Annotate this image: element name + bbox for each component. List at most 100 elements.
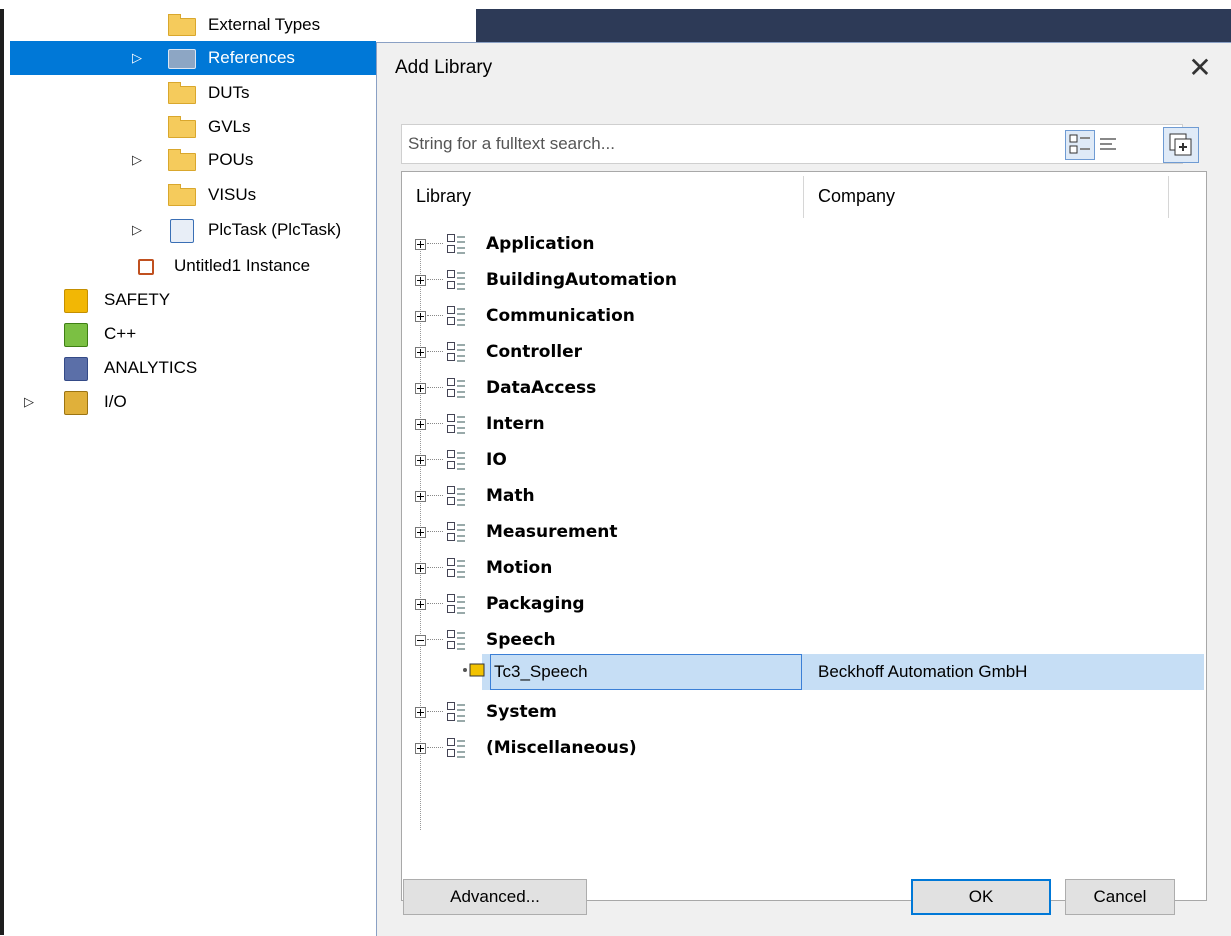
library-group-icon	[445, 521, 469, 543]
expand-arrow-icon[interactable]: ▷	[132, 213, 142, 247]
library-category-row[interactable]: Controller	[402, 334, 1206, 370]
library-item-tc3-speech[interactable]: Tc3_Speech	[490, 654, 802, 690]
library-category-label: Intern	[486, 414, 545, 434]
expand-icon[interactable]	[415, 455, 426, 466]
tree-item-references[interactable]: ▷ References	[10, 41, 376, 75]
library-category-row[interactable]: Packaging	[402, 586, 1206, 622]
library-group-icon	[445, 305, 469, 327]
tree-item-plctask[interactable]: ▷ PlcTask (PlcTask)	[10, 213, 376, 247]
tree-connector	[427, 459, 443, 460]
list-view-button[interactable]	[1095, 130, 1125, 160]
references-icon	[168, 49, 196, 69]
tree-item-label: External Types	[208, 15, 321, 34]
tree-item-label: References	[208, 48, 295, 67]
library-category-row[interactable]: Communication	[402, 298, 1206, 334]
expand-icon[interactable]	[415, 347, 426, 358]
tree-item-io[interactable]: ▷ I/O	[10, 385, 376, 419]
library-category-label: Packaging	[486, 594, 585, 614]
tree-item-external-types[interactable]: External Types	[10, 8, 376, 42]
tree-connector	[427, 711, 443, 712]
folder-icon	[168, 184, 196, 206]
tree-item-visus[interactable]: VISUs	[10, 178, 376, 212]
library-category-row[interactable]: System	[402, 694, 1206, 730]
library-category-row[interactable]: Math	[402, 478, 1206, 514]
tree-item-label: PlcTask (PlcTask)	[208, 220, 342, 239]
cpp-icon	[64, 323, 88, 347]
tree-connector	[427, 567, 443, 568]
ok-button[interactable]: OK	[911, 879, 1051, 915]
library-category-row[interactable]: BuildingAutomation	[402, 262, 1206, 298]
library-group-icon	[445, 593, 469, 615]
collapse-icon[interactable]	[415, 635, 426, 646]
library-item-icon	[460, 660, 486, 684]
advanced-button[interactable]: Advanced...	[403, 879, 587, 915]
tree-connector	[427, 747, 443, 748]
library-category-label: (Miscellaneous)	[486, 738, 637, 758]
tree-connector	[427, 243, 443, 244]
io-icon	[64, 391, 88, 415]
library-category-label: BuildingAutomation	[486, 270, 677, 290]
library-category-row[interactable]: DataAccess	[402, 370, 1206, 406]
library-item-company: Beckhoff Automation GmbH	[818, 662, 1028, 681]
library-category-row[interactable]: Speech	[402, 622, 1206, 658]
library-category-label: System	[486, 702, 557, 722]
tree-item-label: POUs	[208, 150, 254, 169]
tree-item-pous[interactable]: ▷ POUs	[10, 143, 376, 177]
close-icon[interactable]: ✕	[1183, 51, 1217, 85]
library-group-icon	[445, 233, 469, 255]
folder-icon	[168, 149, 196, 171]
tree-item-label: SAFETY	[104, 290, 171, 309]
tree-item-duts[interactable]: DUTs	[10, 76, 376, 110]
tree-item-label: DUTs	[208, 83, 250, 102]
tree-item-label: C++	[104, 324, 137, 343]
library-category-row[interactable]: IO	[402, 442, 1206, 478]
library-category-label: Controller	[486, 342, 583, 362]
library-category-row[interactable]: Intern	[402, 406, 1206, 442]
cancel-button[interactable]: Cancel	[1065, 879, 1175, 915]
add-library-repository-button[interactable]	[1163, 127, 1199, 163]
tree-connector	[427, 603, 443, 604]
category-view-icon	[1069, 134, 1090, 154]
expand-icon[interactable]	[415, 275, 426, 286]
expand-icon[interactable]	[415, 599, 426, 610]
expand-icon[interactable]	[415, 239, 426, 250]
tree-item-label: Untitled1 Instance	[174, 256, 311, 275]
expand-icon[interactable]	[415, 383, 426, 394]
expand-icon[interactable]	[415, 419, 426, 430]
expand-icon[interactable]	[415, 311, 426, 322]
column-separator	[1168, 176, 1169, 218]
expand-icon[interactable]	[415, 563, 426, 574]
library-category-row[interactable]: Application	[402, 226, 1206, 262]
tree-connector	[427, 315, 443, 316]
library-group-icon	[445, 341, 469, 363]
library-group-icon	[445, 557, 469, 579]
tree-item-label: VISUs	[208, 185, 257, 204]
tree-item-label: ANALYTICS	[104, 358, 198, 377]
library-category-label: Communication	[486, 306, 635, 326]
library-category-label: Math	[486, 486, 535, 506]
tree-connector	[427, 351, 443, 352]
expand-arrow-icon[interactable]: ▷	[132, 143, 142, 177]
library-category-label: Motion	[486, 558, 553, 578]
library-category-row[interactable]: Measurement	[402, 514, 1206, 550]
library-category-row[interactable]: (Miscellaneous)	[402, 730, 1206, 766]
column-header-company[interactable]: Company	[804, 172, 1168, 220]
tree-item-safety[interactable]: SAFETY	[10, 283, 376, 317]
folder-icon	[168, 116, 196, 138]
expand-icon[interactable]	[415, 527, 426, 538]
library-category-row[interactable]: Motion	[402, 550, 1206, 586]
tree-item-analytics[interactable]: ANALYTICS	[10, 351, 376, 385]
expand-arrow-icon[interactable]: ▷	[24, 385, 34, 419]
category-view-button[interactable]	[1065, 130, 1095, 160]
library-list[interactable]: Library Company Application BuildingAutom…	[401, 171, 1207, 901]
expand-icon[interactable]	[415, 743, 426, 754]
expand-arrow-icon[interactable]: ▷	[132, 41, 142, 75]
instance-icon	[138, 259, 154, 275]
expand-icon[interactable]	[415, 491, 426, 502]
tree-item-cpp[interactable]: C++	[10, 317, 376, 351]
tree-item-gvls[interactable]: GVLs	[10, 110, 376, 144]
expand-icon[interactable]	[415, 707, 426, 718]
tree-item-untitled1-instance[interactable]: Untitled1 Instance	[10, 249, 376, 283]
column-header-library[interactable]: Library	[402, 172, 804, 220]
tree-connector	[427, 279, 443, 280]
